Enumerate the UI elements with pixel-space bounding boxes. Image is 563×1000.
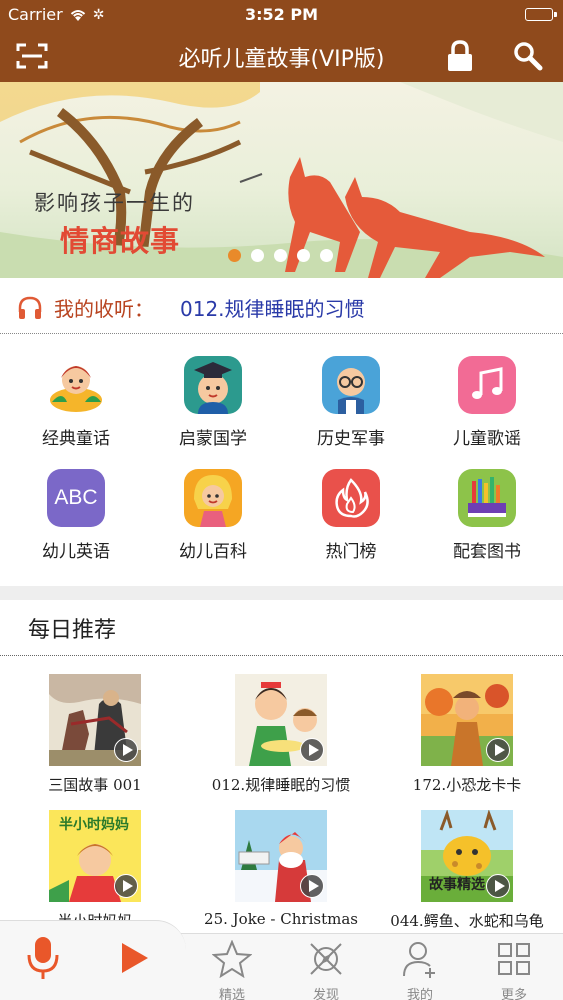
recommend-card[interactable]: 半小时妈妈 半小时妈妈 [5,810,185,931]
category-children-songs[interactable]: 儿童歌谣 [417,336,557,449]
card-cover [49,674,141,766]
card-cover [235,810,327,902]
recommend-card[interactable]: 故事精选 044.鳄鱼、水蛇和乌龟 [377,810,557,931]
nav-bar: 必听儿童故事(VIP版) [0,30,563,82]
category-label: 经典童话 [42,429,110,449]
lock-icon[interactable] [442,38,478,74]
star-icon [211,939,253,979]
category-companion-books[interactable]: 配套图书 [417,449,557,562]
my-listening-label: 我的收听： [54,297,154,321]
recommend-card[interactable]: 25. Joke - Christmas [191,810,371,928]
recommend-card[interactable]: 三国故事 001 [5,674,185,795]
category-label: 幼儿英语 [42,542,110,562]
my-listening-row[interactable]: 我的收听： 012.规律睡眠的习惯 [0,278,563,334]
tab-more[interactable]: 更多 [474,940,554,1000]
tab-mine[interactable]: 我的 [380,940,460,1000]
microphone-icon[interactable] [26,935,60,981]
search-icon[interactable] [510,38,546,74]
headphones-icon [18,296,42,319]
category-label: 配套图书 [453,542,521,562]
page-dot[interactable] [251,249,264,262]
play-icon[interactable] [300,874,324,898]
cover-title: 半小时妈妈 [59,817,129,833]
play-icon[interactable] [114,874,138,898]
card-cover [421,674,513,766]
recommend-card[interactable]: 012.规律睡眠的习惯 [191,674,371,795]
history-icon [322,356,380,414]
category-kids-encyclopedia[interactable]: 幼儿百科 [143,449,283,562]
card-cover: 故事精选 [421,810,513,902]
tab-label: 更多 [500,988,527,1000]
card-title: 044.鳄鱼、水蛇和乌龟 [390,912,544,930]
tab-label: 发现 [312,988,339,1000]
tab-discover[interactable]: 发现 [286,940,366,1000]
category-label: 幼儿百科 [179,542,247,562]
card-title: 三国故事 001 [48,776,142,794]
compass-icon [310,943,342,975]
fairy-tale-icon [47,356,105,414]
banner-subtitle: 影响孩子一生的 [34,191,195,215]
category-label: 历史军事 [317,429,385,449]
grid-icon [498,943,530,975]
card-cover: 半小时妈妈 [49,810,141,902]
cover-title: 故事精选 [429,877,485,893]
fire-icon [322,469,380,527]
card-title: 25. Joke - Christmas [204,910,358,928]
play-icon[interactable] [114,738,138,762]
category-kids-english[interactable]: ABC 幼儿英语 [6,449,146,562]
category-enlightenment-classics[interactable]: 启蒙国学 [143,336,283,449]
tab-label: 我的 [406,988,433,1000]
card-cover [235,674,327,766]
category-label: 儿童歌谣 [453,429,521,449]
play-icon[interactable] [486,874,510,898]
section-separator [0,586,563,600]
play-icon[interactable] [120,941,150,975]
abc-icon: ABC [47,469,105,527]
play-icon[interactable] [486,738,510,762]
recommend-card[interactable]: 172.小恐龙卡卡 [377,674,557,795]
card-title: 012.规律睡眠的习惯 [211,776,351,794]
page-dot[interactable] [274,249,287,262]
page-dot[interactable] [320,249,333,262]
player-controls [0,920,186,1000]
banner-headline: 情商故事 [60,224,181,258]
status-bar: Carrier ✲ 3:52 PM [0,0,563,30]
encyclopedia-icon [184,469,242,527]
category-label: 热门榜 [325,542,377,562]
category-label: 启蒙国学 [179,429,247,449]
page-title: 必听儿童故事(VIP版) [178,47,385,72]
page-dot[interactable] [228,249,241,262]
section-divider [0,655,563,656]
category-grid: 经典童话 启蒙国学 历史军事 儿童歌谣 ABC 幼儿英语 幼儿百科 热门榜 配套… [0,336,563,586]
music-icon [458,356,516,414]
tab-featured[interactable]: 精选 [192,939,272,1000]
daily-recommend-title: 每日推荐 [28,618,117,643]
category-classic-fairy-tales[interactable]: 经典童话 [6,336,146,449]
status-time: 3:52 PM [244,5,318,24]
scholar-icon [184,356,242,414]
play-icon[interactable] [300,738,324,762]
card-title: 172.小恐龙卡卡 [412,776,522,794]
category-hot-list[interactable]: 热门榜 [281,449,421,562]
category-history-military[interactable]: 历史军事 [281,336,421,449]
tab-label: 精选 [218,988,245,1000]
my-listening-track[interactable]: 012.规律睡眠的习惯 [180,293,365,322]
banner-page-indicator[interactable] [228,249,333,262]
user-add-icon [403,942,435,978]
page-dot[interactable] [297,249,310,262]
battery-icon [525,8,557,21]
books-icon [458,469,516,527]
